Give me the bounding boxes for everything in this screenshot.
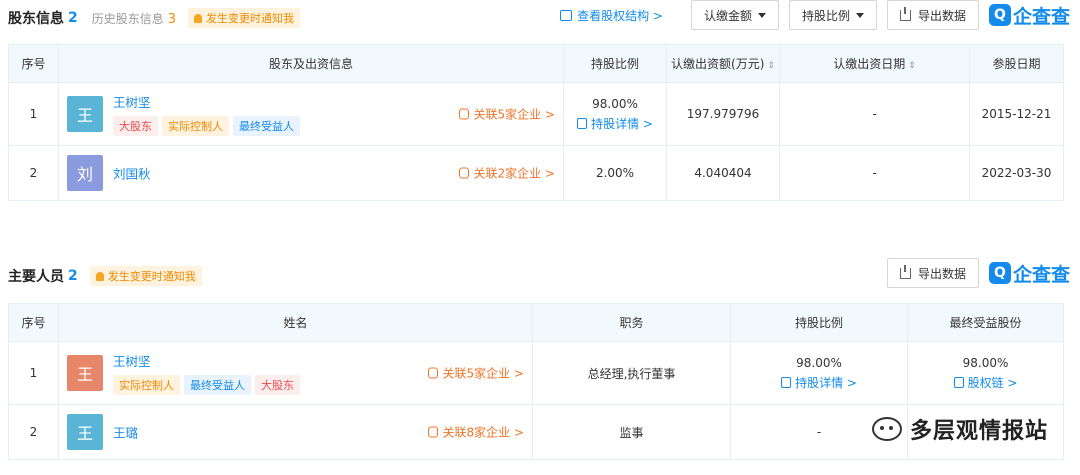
- avatar: 王: [67, 96, 103, 132]
- view-equity-structure-link[interactable]: 查看股权结构 >: [560, 7, 663, 24]
- caret-down-icon: [855, 12, 864, 18]
- table-row: 2 刘 刘国秋 关联2家企业 > 2.00% 4.040404 - 2022-0…: [8, 145, 1064, 201]
- related-companies-link[interactable]: 关联2家企业 >: [459, 165, 555, 182]
- download-icon: [899, 264, 911, 279]
- detail-icon: [577, 117, 588, 129]
- benefit-cell: 98.00% 股权链 >: [907, 341, 1064, 405]
- structure-icon: [560, 9, 573, 21]
- wechat-icon: [871, 417, 902, 441]
- shareholder-info: 刘 刘国秋 关联2家企业 >: [58, 145, 564, 201]
- holding-detail-link[interactable]: 持股详情 >: [781, 374, 857, 391]
- col-index: 序号: [8, 303, 59, 342]
- row-index: 1: [8, 82, 59, 146]
- caret-down-icon: [757, 12, 766, 18]
- col-index: 序号: [8, 44, 59, 83]
- row-index: 2: [8, 404, 59, 460]
- avatar: 王: [67, 414, 103, 450]
- col-position: 职务: [532, 303, 731, 342]
- tag-ultimate-beneficiary: 最终受益人: [184, 375, 251, 395]
- person-name-link[interactable]: 王树坚: [113, 351, 304, 370]
- chain-icon: [953, 376, 964, 388]
- subscribe-date-cell: -: [779, 145, 970, 201]
- filter-amount-dropdown[interactable]: 认缴金额: [690, 0, 779, 30]
- relation-icon: [459, 167, 470, 179]
- qichacha-logo: Q 企查查: [988, 260, 1070, 287]
- ratio-cell: 98.00% 持股详情 >: [730, 341, 908, 405]
- tag-actual-controller: 实际控制人: [113, 375, 180, 395]
- col-benefit: 最终受益股份: [907, 303, 1064, 342]
- col-amount[interactable]: 认缴出资额(万元) ⇕: [666, 44, 780, 83]
- tag-actual-controller: 实际控制人: [162, 116, 229, 136]
- col-ratio: 持股比例: [730, 303, 908, 342]
- person-info: 王 王树坚 实际控制人 最终受益人 大股东 关联5家企业 >: [58, 341, 533, 405]
- position-cell: 监事: [532, 404, 731, 460]
- personnel-count: 2: [68, 268, 78, 284]
- holding-detail-link[interactable]: 持股详情 >: [577, 115, 653, 132]
- amount-cell: 197.979796: [666, 82, 780, 146]
- ratio-cell: 98.00% 持股详情 >: [563, 82, 667, 146]
- relation-icon: [459, 108, 470, 120]
- equity-chain-link[interactable]: 股权链 >: [953, 374, 1017, 391]
- watermark: 多层观情报站: [871, 413, 1048, 445]
- bell-icon: [95, 271, 104, 281]
- col-join-date: 参股日期: [969, 44, 1064, 83]
- subscribe-date-cell: -: [779, 82, 970, 146]
- personnel-title: 主要人员: [8, 269, 64, 285]
- sort-icon: ⇕: [767, 61, 775, 71]
- shareholder-toolbar: 查看股权结构 > 认缴金额 持股比例 导出数据 Q 企查查: [560, 0, 1070, 30]
- bell-icon: [194, 13, 203, 23]
- col-subscribe-date[interactable]: 认缴出资日期 ⇕: [779, 44, 970, 83]
- amount-cell: 4.040404: [666, 145, 780, 201]
- table-row: 1 王 王树坚 大股东 实际控制人 最终受益人 关联5家企业 > 98.00% …: [8, 82, 1064, 146]
- shareholder-header: 股东信息 2 历史股东信息 3 发生变更时通知我: [8, 4, 301, 32]
- relation-icon: [428, 367, 439, 379]
- history-shareholder-link[interactable]: 历史股东信息 3: [92, 10, 176, 27]
- col-info: 股东及出资信息: [58, 44, 564, 83]
- row-index: 2: [8, 145, 59, 201]
- personnel-toolbar: 导出数据 Q 企查查: [877, 258, 1070, 288]
- tag-major-shareholder: 大股东: [255, 375, 300, 395]
- col-ratio: 持股比例: [563, 44, 667, 83]
- shareholder-count: 2: [68, 10, 78, 26]
- download-icon: [899, 6, 911, 21]
- benefit-value: 98.00%: [962, 355, 1009, 370]
- avatar: 王: [67, 355, 103, 391]
- ratio-value: 98.00%: [796, 355, 842, 370]
- shareholder-info: 王 王树坚 大股东 实际控制人 最终受益人 关联5家企业 >: [58, 82, 564, 146]
- tag-major-shareholder: 大股东: [113, 116, 158, 136]
- ratio-cell: 2.00%: [563, 145, 667, 201]
- join-date-cell: 2022-03-30: [969, 145, 1064, 201]
- tag-ultimate-beneficiary: 最终受益人: [233, 116, 300, 136]
- avatar: 刘: [67, 155, 103, 191]
- shareholder-name-link[interactable]: 王树坚: [113, 92, 304, 111]
- personnel-header: 主要人员 2 发生变更时通知我: [8, 262, 202, 290]
- table-header-row: 序号 股东及出资信息 持股比例 认缴出资额(万元) ⇕ 认缴出资日期 ⇕ 参股日期: [8, 44, 1064, 83]
- change-notify-button[interactable]: 发生变更时通知我: [188, 8, 301, 28]
- shareholder-title: 股东信息: [8, 11, 64, 27]
- sort-icon: ⇕: [908, 61, 916, 71]
- table-row: 1 王 王树坚 实际控制人 最终受益人 大股东 关联5家企业 > 总经理,执行董…: [8, 341, 1064, 405]
- shareholder-table: 序号 股东及出资信息 持股比例 认缴出资额(万元) ⇕ 认缴出资日期 ⇕ 参股日期 …: [8, 44, 1064, 201]
- row-index: 1: [8, 341, 59, 405]
- related-companies-link[interactable]: 关联5家企业 >: [459, 106, 555, 123]
- join-date-cell: 2015-12-21: [969, 82, 1064, 146]
- person-name-link[interactable]: 王璐: [113, 423, 138, 442]
- relation-icon: [428, 426, 439, 438]
- person-info: 王 王璐 关联8家企业 >: [58, 404, 533, 460]
- ratio-value: 98.00%: [592, 96, 638, 111]
- table-header-row: 序号 姓名 职务 持股比例 最终受益股份: [8, 303, 1064, 342]
- position-cell: 总经理,执行董事: [532, 341, 731, 405]
- export-button[interactable]: 导出数据: [886, 0, 979, 30]
- related-companies-link[interactable]: 关联5家企业 >: [428, 365, 524, 382]
- detail-icon: [781, 376, 792, 388]
- shareholder-name-link[interactable]: 刘国秋: [113, 164, 151, 183]
- filter-ratio-dropdown[interactable]: 持股比例: [788, 0, 877, 30]
- col-name: 姓名: [58, 303, 533, 342]
- qichacha-logo: Q 企查查: [988, 2, 1070, 29]
- change-notify-button[interactable]: 发生变更时通知我: [89, 266, 202, 286]
- related-companies-link[interactable]: 关联8家企业 >: [428, 424, 524, 441]
- watermark-text: 多层观情报站: [909, 419, 1048, 444]
- export-button[interactable]: 导出数据: [886, 258, 979, 288]
